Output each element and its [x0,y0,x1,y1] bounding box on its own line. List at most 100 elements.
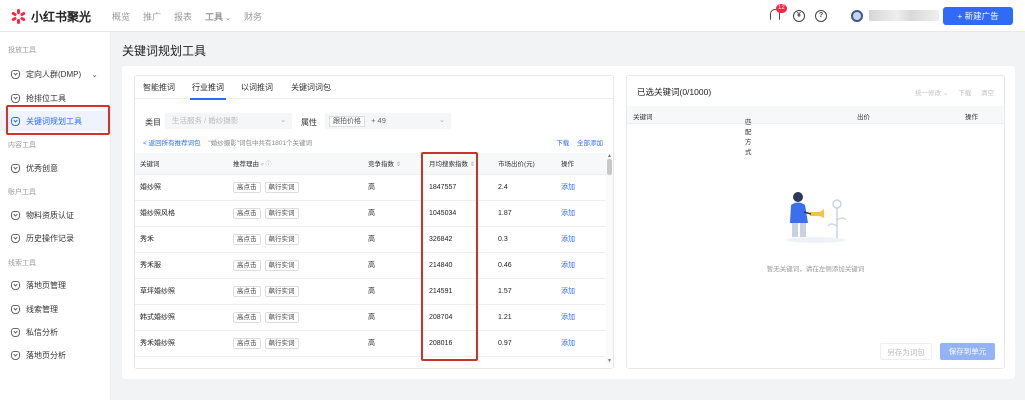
sidebar-item-landing-pages[interactable]: 落地页管理 [0,275,110,295]
help-icon[interactable]: ? [815,10,827,22]
add-keyword-link[interactable]: 添加 [561,236,575,243]
batch-edit-link[interactable]: 统一修改 ⌄ [915,90,948,97]
add-keyword-link[interactable]: 添加 [561,184,575,191]
col-competition[interactable]: 竞争指数 ⇕ [363,153,424,175]
cell-competition: 高 [363,252,424,279]
filter-icon[interactable]: ▿ ⓘ [261,162,272,168]
nav-tools[interactable]: 工具 ⌄ [205,10,231,23]
monthly-search-column-highlight [421,152,478,361]
cell-keyword: 秀禾服 [135,252,228,279]
attribute-select[interactable]: 跟拍价格 + 49 ⌄ [325,113,451,129]
col-action: 操作 [556,153,606,175]
nav-promotion[interactable]: 推广 [143,10,161,23]
cell-keyword: 韩式婚纱照 [135,304,228,331]
table-row: 秀禾服 高点击 飙行实词高 214840 0.46 添加 [135,252,606,279]
sidebar-item-label: 落地页分析 [26,350,66,360]
new-ad-button[interactable]: + 新建广告 [943,7,1013,25]
sidebar-section-title: 投放工具 [8,47,36,54]
cell-bid: 1.87 [493,200,556,227]
download-selected-link[interactable]: 下载 [958,90,971,97]
add-keyword-link[interactable]: 添加 [561,210,575,217]
save-to-unit-button[interactable]: 保存到单元 [940,343,995,360]
tab-industry[interactable]: 行业推词 [192,82,224,93]
col-competition-label: 竞争指数 [368,161,394,169]
save-as-pack-button[interactable]: 另存为词包 [880,343,932,360]
sidebar-item-label: 私信分析 [26,327,58,337]
cell-keyword: 秀禾婚纱照 [135,330,228,357]
cell-action: 添加 [556,304,606,331]
brand-logo[interactable]: 小红书聚光 [10,8,91,25]
table-row: 秀禾婚纱照 高点击 飙行实词高 208016 0.97 添加 [135,330,606,357]
reason-tag: 高点击 [233,207,261,219]
shield-icon [11,233,20,243]
add-keyword-link[interactable]: 添加 [561,288,575,295]
logo-flower-icon [10,9,26,25]
scroll-down-icon[interactable]: ▼ [607,358,612,364]
category-select[interactable]: 生活服务 / 婚纱摄影 ⌄ [165,113,292,129]
cell-action: 添加 [556,278,606,305]
sidebar-item-leads[interactable]: 线索管理 [0,299,110,319]
clear-link[interactable]: 清空 [981,90,994,97]
cell-bid: 2.4 [493,174,556,201]
nav-reports[interactable]: 报表 [174,10,192,23]
selected-keywords-panel: 已选关键词(0/1000) 统一修改 ⌄ 下载 清空 关键词 匹配方式 ⓘ 出价… [626,75,1005,369]
cell-competition: 高 [363,330,424,357]
add-keyword-link[interactable]: 添加 [561,314,575,321]
tab-smart[interactable]: 智能推词 [143,82,175,93]
chevron-down-icon[interactable]: ⌄ [91,70,98,79]
cell-keyword: 婚纱照 [135,174,228,201]
sidebar-item-qualification[interactable]: 物料资质认证 [0,205,110,225]
cell-action: 添加 [556,330,606,357]
account-name-blurred[interactable] [869,10,939,21]
shield-icon [11,350,20,360]
sidebar-item-dm-analysis[interactable]: 私信分析 [0,322,110,342]
col-bid: 出价 [857,114,870,121]
chevron-down-icon: ⌄ [439,117,445,124]
nav-finance[interactable]: 财务 [244,10,262,23]
col-keyword: 关键词 [633,114,653,121]
cell-competition: 高 [363,200,424,227]
table-row: 婚纱照风格 高点击 飙行实词高 1045034 1.87 添加 [135,200,606,227]
sidebar-item-history[interactable]: 历史操作记录 [0,228,110,248]
scrollbar-thumb[interactable] [607,159,612,175]
sidebar-section-title: 账户工具 [8,189,36,196]
reason-tag: 飙行实词 [264,285,299,297]
attribute-more-count: + 49 [371,116,386,125]
cell-bid: 0.3 [493,226,556,253]
download-link[interactable]: 下载 [556,140,569,147]
avatar[interactable] [851,10,863,22]
sidebar-item-dmp[interactable]: 定向人群(DMP) ⌄ [0,64,110,84]
cell-action: 添加 [556,174,606,201]
cell-bid: 0.46 [493,252,556,279]
cell-bid: 1.57 [493,278,556,305]
cell-reason: 高点击 飙行实词 [228,304,363,331]
table-row: 草坪婚纱照 高点击 飙行实词高 214591 1.57 添加 [135,278,606,305]
add-all-link[interactable]: 全部添加 [577,140,603,147]
selected-actions: 统一修改 ⌄ 下载 清空 [907,87,994,97]
cell-action: 添加 [556,200,606,227]
nav-overview[interactable]: 概览 [112,10,130,23]
tab-keyword-pack[interactable]: 关键词词包 [291,82,331,93]
add-keyword-link[interactable]: 添加 [561,340,575,347]
back-to-packs-link[interactable]: < 返回所有推荐词包 [143,140,201,147]
shield-icon [11,280,20,290]
col-reason[interactable]: 推荐理由 ▿ ⓘ [228,153,363,175]
coin-icon[interactable]: ¥ [793,10,805,22]
cell-reason: 高点击 飙行实词 [228,200,363,227]
cell-action: 添加 [556,252,606,279]
table-scrollbar[interactable]: ▲ ▼ [606,153,613,364]
cell-keyword: 婚纱照风格 [135,200,228,227]
add-keyword-link[interactable]: 添加 [561,262,575,269]
tab-bar: 智能推词 行业推词 以词推词 关键词词包 [135,76,613,100]
table-row: 婚纱照 高点击 飙行实词高 1847557 2.4 添加 [135,174,606,201]
col-keyword: 关键词 [135,153,228,175]
sort-icon: ⇕ [395,162,401,169]
reason-tag: 高点击 [233,181,261,193]
tab-word-to-word[interactable]: 以词推词 [241,82,273,93]
cell-competition: 高 [363,174,424,201]
brand-name: 小红书聚光 [31,10,92,24]
sidebar-item-landing-analysis[interactable]: 落地页分析 [0,345,110,365]
sidebar-item-creative[interactable]: 优秀创意 [0,158,110,178]
reason-tag: 飙行实词 [264,181,299,193]
reason-tag: 飙行实词 [264,207,299,219]
